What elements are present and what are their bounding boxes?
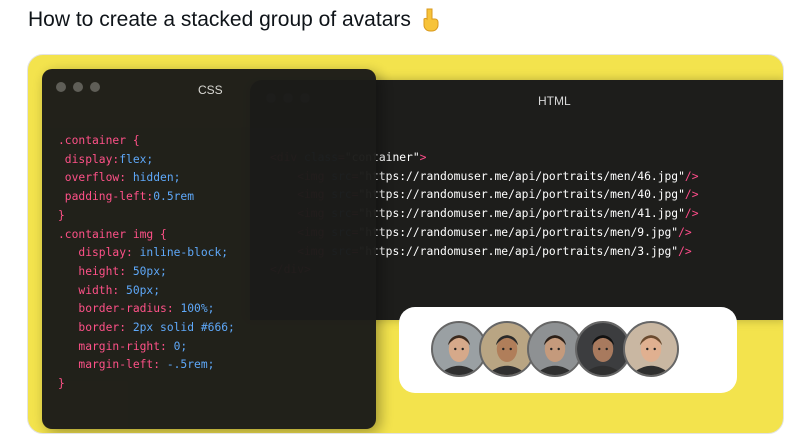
code-token: 0.5rem [153, 190, 195, 204]
code-line: overflow: hidden; [58, 169, 235, 188]
window-dot [56, 82, 66, 92]
code-token: "https://randomuser.me/api/portraits/men… [358, 225, 679, 239]
css-code-block: .container { display:flex; overflow: hid… [58, 132, 235, 394]
code-line: .container { [58, 132, 235, 151]
code-token: margin-left: [58, 358, 167, 372]
code-token: display: [58, 246, 140, 260]
post-title: How to create a stacked group of avatars [28, 8, 441, 32]
code-token: "https://randomuser.me/api/portraits/men… [358, 169, 685, 183]
code-token: 100%; [180, 302, 215, 316]
window-controls [56, 82, 100, 92]
code-line: .container img { [58, 226, 235, 245]
code-line: width: 50px; [58, 282, 235, 301]
code-token: flex; [119, 152, 154, 166]
code-line: border: 2px solid #666; [58, 319, 235, 338]
css-code-panel: CSS .container { display:flex; overflow:… [42, 69, 376, 429]
code-token: } [58, 208, 65, 222]
html-panel-title: HTML [538, 94, 571, 108]
code-line: border-radius: 100%; [58, 300, 235, 319]
pointing-down-hand-icon [419, 8, 441, 32]
code-token: /> [678, 225, 692, 239]
stacked-avatars [431, 321, 679, 377]
code-token: "https://randomuser.me/api/portraits/men… [358, 244, 679, 258]
code-line: height: 50px; [58, 263, 235, 282]
code-token: display: [58, 152, 120, 166]
code-token: "https://randomuser.me/api/portraits/men… [358, 188, 685, 202]
code-token: hidden; [132, 171, 181, 185]
code-token: } [58, 377, 65, 391]
code-token: .container img { [58, 227, 167, 241]
code-line: } [58, 375, 235, 394]
code-line: display:flex; [58, 151, 235, 170]
code-token: border-radius: [58, 302, 181, 316]
code-token: /> [684, 207, 699, 221]
code-token: 0; [173, 339, 188, 353]
code-token: /> [684, 188, 699, 202]
window-dot [73, 82, 83, 92]
code-token: width: [58, 283, 127, 297]
code-line: padding-left:0.5rem [58, 188, 235, 207]
code-token: 50px; [132, 264, 167, 278]
css-panel-title: CSS [198, 83, 223, 97]
code-token: .container { [58, 134, 140, 147]
code-token: /> [678, 244, 692, 258]
code-token: margin-right: [58, 339, 174, 353]
code-line: display: inline-block; [58, 244, 235, 263]
window-dot [90, 82, 100, 92]
code-preview-card: HTML <div class="container"> <img src="h… [27, 54, 784, 434]
code-token: 2px solid #666; [132, 321, 235, 335]
code-token: /> [684, 169, 699, 183]
code-token: 50px; [126, 283, 161, 297]
code-token: padding-left: [58, 190, 154, 204]
code-line: } [58, 207, 235, 226]
code-token: -.5rem; [166, 358, 215, 372]
code-token: inline-block; [139, 246, 229, 260]
code-token: border: [58, 321, 133, 335]
code-line: margin-left: -.5rem; [58, 356, 235, 375]
code-token: overflow: [58, 171, 133, 185]
code-token: height: [58, 264, 133, 278]
code-token: "https://randomuser.me/api/portraits/men… [358, 207, 685, 221]
avatar-3 [623, 321, 679, 377]
code-token: > [419, 151, 427, 164]
avatar-group-preview [399, 307, 737, 393]
code-line: margin-right: 0; [58, 338, 235, 357]
post-title-text: How to create a stacked group of avatars [28, 8, 411, 31]
